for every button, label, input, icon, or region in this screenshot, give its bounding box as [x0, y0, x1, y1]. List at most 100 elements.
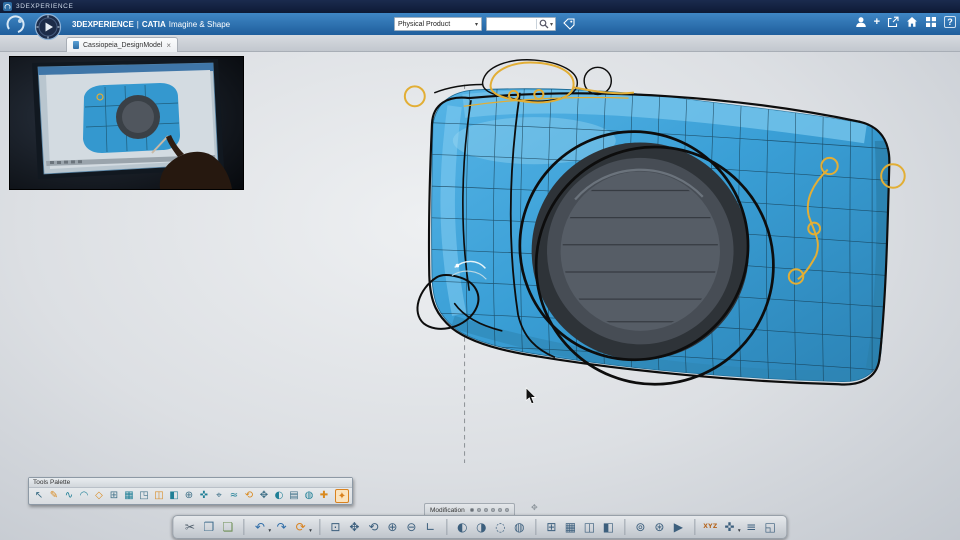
app-title: 3DEXPERIENCE | CATIA Imagine & Shape [72, 13, 230, 35]
action-dock-groups: ✂ ❐ ❏ ↶ ▾ ↷ ⟳ ▾ ⊡ ✥ ⟲ ⊕ ⊖ ∟ ◐ ◑ ◌ ◍ ⊞ ▦ ◫ ◧ ⊚ ⊛ ▶ XYZ ✜ ▾ ≡ ◱ [181, 518, 778, 536]
carousel-dot[interactable] [476, 508, 481, 512]
zoom-in-icon[interactable]: ⊕ [384, 518, 401, 536]
mesh-icon[interactable]: ▦ [122, 489, 136, 503]
curve-wave-icon[interactable]: ∿ [62, 489, 76, 503]
tab-bar: Cassiopeia_DesignModel × [0, 35, 960, 52]
help-icon[interactable]: ? [944, 16, 956, 28]
application-window: 3DEXPERIENCE 3DEXPERIENCE | CATIA Imagin… [0, 0, 960, 540]
copy-icon[interactable]: ❐ [200, 518, 217, 536]
modification-label: Modification [430, 506, 465, 514]
user-icon[interactable] [855, 16, 867, 28]
extrude-icon[interactable]: ◫ [152, 489, 166, 503]
dock-group: ◐ ◑ ◌ ◍ [454, 518, 528, 536]
context-dropdown[interactable]: Physical Product ▾ [394, 17, 482, 31]
carousel-dot[interactable] [469, 508, 474, 512]
select-icon[interactable]: ↖ [32, 489, 46, 503]
sketch-curve-icon[interactable]: ✎ [47, 489, 61, 503]
compass-tool-caret-icon[interactable]: ▾ [738, 528, 741, 534]
shading-icon[interactable]: ◐ [454, 518, 471, 536]
cut-face-icon[interactable]: ◳ [137, 489, 151, 503]
sphere-mode-icon[interactable]: ◍ [302, 489, 316, 503]
tools-palette-title[interactable]: Tools Palette [29, 478, 352, 488]
weld-icon[interactable]: ⊕ [182, 489, 196, 503]
wireframe-icon[interactable]: ◌ [492, 518, 509, 536]
home-icon[interactable] [906, 16, 918, 28]
carousel-dot[interactable] [497, 508, 502, 512]
chevron-down-icon: ▾ [474, 21, 478, 28]
share-icon[interactable] [887, 16, 899, 28]
tab-label: Cassiopeia_DesignModel [83, 41, 163, 49]
header-icon-cluster: + ? [855, 16, 956, 28]
update-caret-icon[interactable]: ▾ [309, 528, 312, 534]
tools-palette: Tools Palette ↖ ✎ ∿ ◠ ◇ ⊞ ▦ ◳ ◫ ◧ ⊕ ✜ ⌖ ≈ ⟲ ✥ ◐ ▤ ◍ ✚ ✦ [28, 477, 353, 505]
viewport-3d[interactable]: Tools Palette ↖ ✎ ∿ ◠ ◇ ⊞ ▦ ◳ ◫ ◧ ⊕ ✜ ⌖ ≈ ⟲ ✥ ◐ ▤ ◍ ✚ ✦ Modi… [0, 51, 960, 540]
symmetry-icon[interactable]: ✥ [257, 489, 271, 503]
split-icon[interactable]: ◧ [167, 489, 181, 503]
top-bar: 3DEXPERIENCE | CATIA Imagine & Shape Phy… [0, 13, 960, 41]
os-title-bar: 3DEXPERIENCE [0, 0, 960, 13]
play-icon[interactable]: ▶ [670, 518, 687, 536]
globe-icon[interactable]: ⊚ [632, 518, 649, 536]
panel-icon[interactable]: ▤ [287, 489, 301, 503]
snap-icon[interactable]: ▦ [562, 518, 579, 536]
app-name-suffix: Imagine & Shape [168, 19, 231, 29]
3ds-mini-logo [3, 2, 12, 11]
rotate-view-icon[interactable]: ⟲ [365, 518, 382, 536]
dock-group: ⊞ ▦ ◫ ◧ [543, 518, 617, 536]
search-box[interactable]: ▾ [486, 17, 556, 31]
tag-icon[interactable] [563, 18, 575, 30]
tab-cassiopeia-designmodel[interactable]: Cassiopeia_DesignModel × [66, 37, 179, 52]
search-scope-caret[interactable]: ▾ [550, 21, 553, 28]
pan-icon[interactable]: ✥ [346, 518, 363, 536]
shade-half-icon[interactable]: ◐ [272, 489, 286, 503]
share-view-icon[interactable]: ⊛ [651, 518, 668, 536]
settings-list-icon[interactable]: ≡ [743, 518, 760, 536]
undo-icon[interactable]: ↶ [251, 518, 268, 536]
update-icon[interactable]: ⟳ [292, 518, 309, 536]
dock-separator [693, 519, 695, 535]
target-snap-icon[interactable]: ⌖ [212, 489, 226, 503]
revolve-icon[interactable]: ⟲ [242, 489, 256, 503]
modification-active-icon[interactable]: ✦ [335, 489, 349, 503]
add-icon[interactable]: + [874, 16, 880, 28]
work-plane-icon[interactable]: ◫ [581, 518, 598, 536]
paste-icon[interactable]: ❏ [219, 518, 236, 536]
carousel-dot[interactable] [504, 508, 509, 512]
axis-system-icon[interactable]: XYZ [702, 518, 719, 536]
camera-lens[interactable] [531, 142, 749, 360]
dock-group: ⊚ ⊛ ▶ [632, 518, 687, 536]
normal-view-icon[interactable]: ∟ [422, 518, 439, 536]
corner-resize-icon[interactable]: ◱ [762, 518, 779, 536]
mouse-cursor [525, 387, 537, 405]
compass-navigation[interactable] [34, 13, 62, 41]
undo-caret-icon[interactable]: ▾ [268, 528, 271, 534]
arc-icon[interactable]: ◠ [77, 489, 91, 503]
shading-edges-icon[interactable]: ◑ [473, 518, 490, 536]
app-grid-icon[interactable] [925, 16, 937, 28]
compass-tool-icon[interactable]: ✜ [721, 518, 738, 536]
search-input[interactable] [489, 19, 534, 29]
carousel-dot[interactable] [490, 508, 495, 512]
cut-icon[interactable]: ✂ [181, 518, 198, 536]
add-point-icon[interactable]: ✚ [317, 489, 331, 503]
subdivide-icon[interactable]: ⊞ [107, 489, 121, 503]
align-icon[interactable]: ✜ [197, 489, 211, 503]
face-icon[interactable]: ◇ [92, 489, 106, 503]
redo-icon[interactable]: ↷ [273, 518, 290, 536]
search-icon[interactable] [539, 19, 549, 29]
carousel-dot[interactable] [483, 508, 488, 512]
close-icon[interactable]: × [166, 41, 171, 50]
3ds-logo[interactable] [5, 15, 27, 33]
hidden-line-icon[interactable]: ◍ [511, 518, 528, 536]
context-value: Physical Product [398, 20, 451, 28]
move-handle-icon[interactable]: ✥ [531, 503, 538, 512]
document-icon [73, 41, 79, 49]
fit-all-icon[interactable]: ⊡ [327, 518, 344, 536]
grid-icon[interactable]: ⊞ [543, 518, 560, 536]
smooth-icon[interactable]: ≈ [227, 489, 241, 503]
zoom-out-icon[interactable]: ⊖ [403, 518, 420, 536]
dock-separator [623, 519, 625, 535]
dock-group: XYZ ✜ ▾ ≡ ◱ [702, 518, 779, 536]
section-icon[interactable]: ◧ [600, 518, 617, 536]
title-bar-brand: 3DEXPERIENCE [16, 3, 74, 10]
